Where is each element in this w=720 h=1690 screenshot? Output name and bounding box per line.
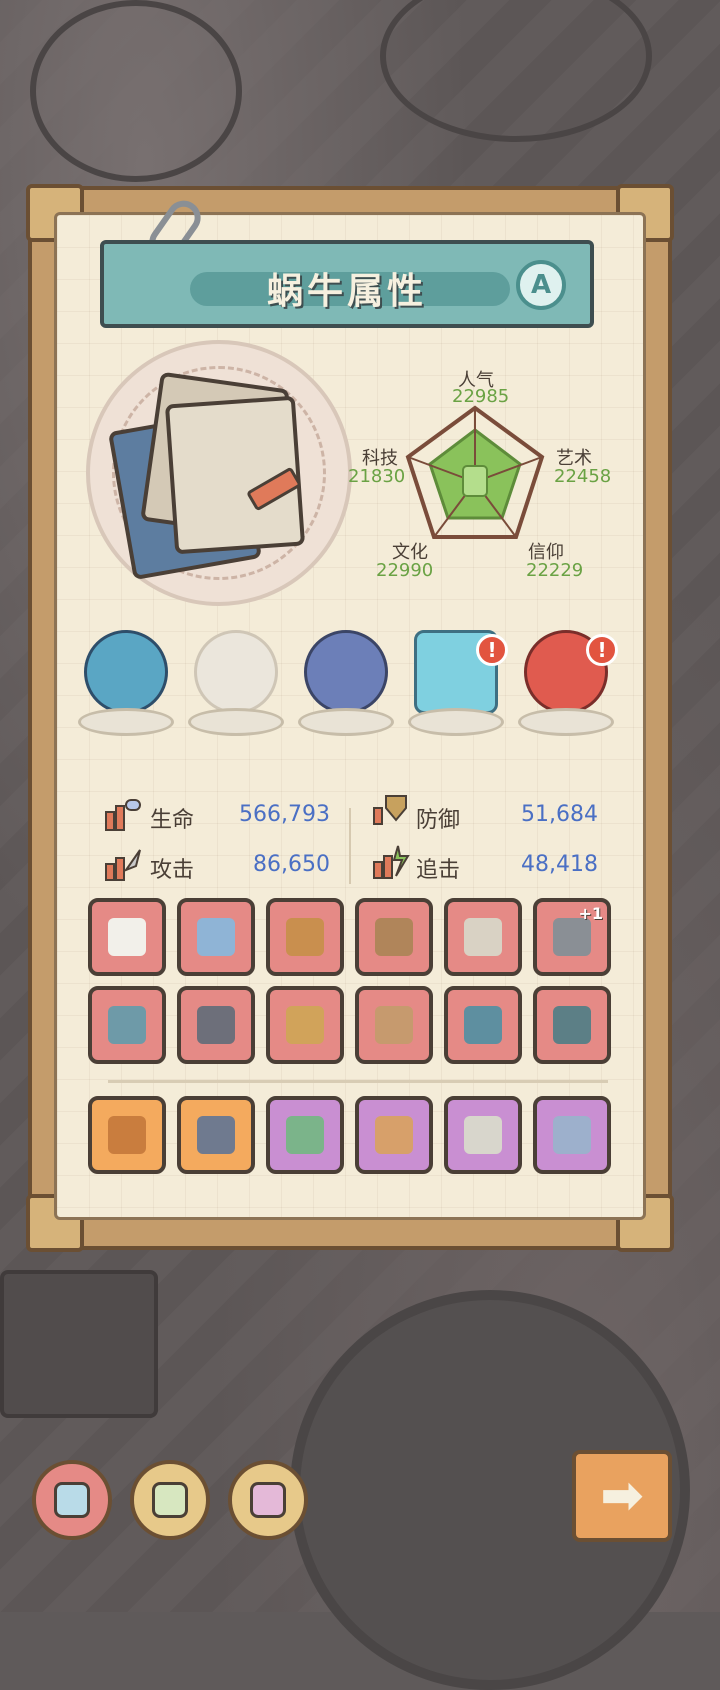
radar-value-popularity: 22985 (452, 386, 510, 407)
chest-icon (375, 1116, 413, 1154)
radar-value-faith: 22229 (526, 560, 584, 581)
shovel-icon (286, 1116, 324, 1154)
monster-icon (84, 630, 168, 714)
bottom-tab-snail-yellow[interactable] (130, 1460, 210, 1540)
mace-icon (286, 918, 324, 956)
attack-value: 86,650 (253, 852, 330, 877)
radar-value-tech: 21830 (348, 466, 406, 487)
radar-value-culture: 22990 (376, 560, 434, 581)
blueprint-cards-icon[interactable] (107, 371, 310, 581)
alert-badge-icon: ! (586, 634, 618, 666)
hp-pill-icon (102, 796, 142, 832)
katana-icon (464, 1116, 502, 1154)
background-pipe (30, 0, 242, 182)
orb-pedestal (518, 708, 614, 736)
orb-pedestal (298, 708, 394, 736)
background-crate (0, 1270, 158, 1418)
equipment-slot[interactable] (88, 1096, 166, 1174)
empty-shell-orb[interactable] (188, 630, 284, 740)
monster-orb[interactable] (78, 630, 174, 740)
equipment-slot[interactable] (355, 898, 433, 976)
equipment-slot[interactable] (444, 1096, 522, 1174)
property-divider (349, 808, 351, 884)
orb-pedestal (408, 708, 504, 736)
shell-outline-icon (194, 630, 278, 714)
equipment-slot[interactable] (266, 898, 344, 976)
equipment-slot[interactable] (533, 1096, 611, 1174)
grade-badge[interactable]: A (516, 260, 566, 310)
helmet-icon (197, 1006, 235, 1044)
eye-tome-orb[interactable]: ! (408, 630, 508, 740)
radar-center-icon (462, 465, 488, 497)
radar-value-art: 22458 (554, 466, 612, 487)
next-arrow-button[interactable]: ➡ (572, 1450, 672, 1542)
orb-pedestal (78, 708, 174, 736)
defense-shield-icon (370, 790, 410, 826)
attack-sword-icon (102, 846, 142, 882)
claw-glove-icon (553, 1116, 591, 1154)
mech-suit-icon (108, 1116, 146, 1154)
equipment-slot[interactable] (444, 986, 522, 1064)
chase-lightning-icon (370, 844, 410, 880)
attack-label: 攻击 (150, 858, 195, 883)
snail-face-icon (152, 1482, 188, 1518)
ring-icon (108, 1006, 146, 1044)
equipment-slot[interactable] (266, 986, 344, 1064)
sword-icon (197, 918, 235, 956)
fish-helmet-icon (553, 1006, 591, 1044)
bottom-tab-snail-red[interactable] (32, 1460, 112, 1540)
compass-orb[interactable] (298, 630, 394, 740)
snail-face-icon (54, 1482, 90, 1518)
title-banner: 蜗牛属性 A (100, 240, 594, 328)
hp-label: 生命 (150, 808, 195, 833)
defense-value: 51,684 (521, 802, 598, 827)
attribute-radar-chart (405, 405, 545, 539)
compass-icon (304, 630, 388, 714)
cannon-icon (197, 1116, 235, 1154)
equipment-divider (108, 1080, 608, 1083)
equipment-slot[interactable] (266, 1096, 344, 1174)
alert-badge-icon: ! (476, 634, 508, 666)
spear-icon (108, 918, 146, 956)
crossbow-icon (375, 918, 413, 956)
equipment-slot[interactable] (88, 986, 166, 1064)
equipment-slot[interactable] (533, 986, 611, 1064)
equipment-slot[interactable] (88, 898, 166, 976)
equipment-slot[interactable] (177, 986, 255, 1064)
equipment-slot[interactable] (444, 898, 522, 976)
background-pipe (380, 0, 652, 142)
defense-label: 防御 (416, 808, 461, 833)
armor-icon (286, 1006, 324, 1044)
hp-value: 566,793 (239, 802, 330, 827)
hook-icon (464, 1006, 502, 1044)
chase-label: 追击 (416, 858, 461, 883)
dagger-icon (464, 918, 502, 956)
arrow-right-icon: ➡ (600, 1466, 644, 1526)
equipment-slot[interactable] (177, 898, 255, 976)
gauntlet-icon (375, 1006, 413, 1044)
orb-pedestal (188, 708, 284, 736)
equipment-slot[interactable]: +1 (533, 898, 611, 976)
spiral-fruit-orb[interactable]: ! (518, 630, 618, 740)
bottom-tab-snail-pink[interactable] (228, 1460, 308, 1540)
knife-icon (553, 918, 591, 956)
enhance-badge: +1 (578, 904, 603, 923)
equipment-slot[interactable] (355, 1096, 433, 1174)
equipment-slot[interactable] (177, 1096, 255, 1174)
equipment-slot[interactable] (355, 986, 433, 1064)
snail-face-icon (250, 1482, 286, 1518)
chase-value: 48,418 (521, 852, 598, 877)
